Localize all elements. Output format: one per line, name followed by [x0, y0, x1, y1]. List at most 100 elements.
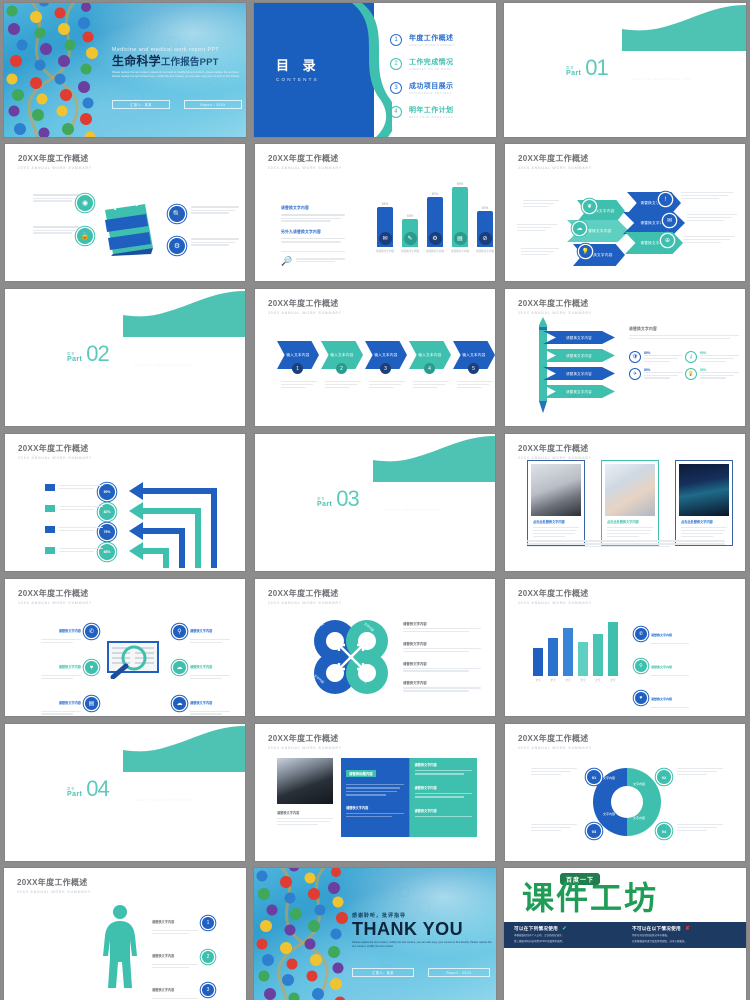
slide-donut-cycle[interactable]: 20XX年度工作概述 20XX ANNUAL WORK SUMMARY 01 0…: [505, 724, 745, 861]
image-card-1[interactable]: 点击此处替换文字内容: [527, 460, 585, 546]
slide-clover-diagram[interactable]: 20XX年度工作概述 20XX ANNUAL WORK SUMMARY 文字内容…: [255, 579, 495, 716]
clover-list-item-4[interactable]: 请替换文字内容: [403, 680, 481, 693]
arrow-tag-blue-3[interactable]: 请替换文字内容: [623, 212, 685, 234]
slide-brand-terms[interactable]: 百度一下 课件工坊 可以在下列情况使用✔ 本模板版权归于个人公司、企业的商业演示…: [504, 868, 746, 1000]
bar-column[interactable]: 文字: [563, 628, 573, 682]
clover-list-item-3[interactable]: 请替换文字内容: [403, 661, 481, 674]
slide-part-03[interactable]: 章节 Part 03 成功项目展示 CLICK TO ADD CAPTION T…: [255, 434, 495, 571]
legend-item-3[interactable]: ♥请替换文字内容: [635, 687, 689, 710]
header-subtitle: 20XX ANNUAL WORK SUMMARY: [518, 311, 592, 315]
slide-part-02[interactable]: 章节 Part 02 工作完成情况 CLICK TO ADD CAPTION T…: [5, 289, 245, 426]
header-subtitle: 20XX ANNUAL WORK SUMMARY: [518, 746, 592, 750]
bar-column[interactable]: 80% ⚙ 请替换文字内容: [427, 192, 443, 254]
donut-note-1: [531, 768, 577, 777]
slide-suit-panel[interactable]: 20XX年度工作概述 20XX ANNUAL WORK SUMMARY 请替换文…: [255, 724, 495, 861]
contents-item-4[interactable]: 4 明年工作计划NEXT YEAR WORK PLAN: [390, 105, 455, 119]
magnifier-right-item-2[interactable]: ☁请替换文字内容: [173, 655, 230, 681]
contents-number-4: 4: [390, 106, 402, 118]
part-03-index: 章节 Part 03: [317, 490, 359, 509]
chevron-step-4[interactable]: 输入文本内容 4: [409, 341, 451, 369]
slide-part-04[interactable]: 章节 Part 04 明年工作计划 CLICK TO ADD CAPTION T…: [5, 724, 245, 861]
slide-image-cards[interactable]: 20XX年度工作概述 20XX ANNUAL WORK SUMMARY 点击此处…: [505, 434, 745, 571]
part-03-subtitle: CLICK TO ADD CAPTION TEXT: [383, 508, 443, 512]
cover-presenter-box: 汇报人：某某: [112, 100, 170, 109]
contents-label-2: 工作完成情况: [409, 57, 453, 67]
search-icon[interactable]: 🔍: [169, 206, 185, 222]
contents-item-2[interactable]: 2 工作完成情况COMPLETION OF WORK: [390, 57, 455, 71]
bulb-icon: 💡: [685, 368, 697, 380]
clover-list-item-1[interactable]: 请替换文字内容: [403, 621, 481, 634]
human-item-2[interactable]: 请替换文字内容2: [152, 944, 214, 970]
contents-item-1[interactable]: 1 年度工作概述ANNUAL WORK SUMMARY: [390, 33, 455, 47]
contents-title-cn: 目 录: [276, 55, 321, 74]
arrow-tag-blue-2[interactable]: 请替换文字内容: [627, 192, 681, 214]
slide-shopping-bag[interactable]: 20XX年度工作概述 20XX ANNUAL WORK SUMMARY ◉ 🔒 …: [5, 144, 245, 281]
part-04-number: 04: [86, 780, 108, 799]
legend-item-2[interactable]: ⚲请替换文字内容: [635, 655, 689, 678]
terms-bar: 可以在下列情况使用✔ 本模板版权归于个人公司、企业的商业演示。 第三模板中的内容…: [504, 922, 746, 948]
slide-part-01[interactable]: 章节 Part 01 年度工作概述 CLICK TO ADD CAPTION T…: [504, 3, 746, 137]
panel-cell-4: 请替换文字内容: [415, 808, 473, 813]
slide-thank-you[interactable]: 感谢聆听，批评指导 THANK YOU Please replace the t…: [254, 868, 496, 1000]
chevron-step-3[interactable]: 输入文本内容 3: [365, 341, 407, 369]
donut-badge-01: 01: [587, 770, 601, 784]
bar-column[interactable]: 95% ▤ 请替换文字内容: [452, 182, 468, 254]
image-card-row: 点击此处替换文字内容 点击此处替换文字内容 点击此处替换文字内容: [527, 460, 733, 546]
arrow-tag-teal-3[interactable]: 请替换文字内容: [625, 232, 683, 254]
slide-arrow-tags[interactable]: 20XX年度工作概述 20XX ANNUAL WORK SUMMARY 请替换文…: [505, 144, 745, 281]
image-card-2[interactable]: 点击此处替换文字内容: [601, 460, 659, 546]
header-title: 20XX年度工作概述: [18, 588, 92, 599]
bar-column[interactable]: 60% ⊘ 请替换文字内容: [477, 206, 493, 254]
slide-contents[interactable]: 目 录 CONTENTS 1 年度工作概述ANNUAL WORK SUMMARY…: [254, 3, 496, 137]
human-item-3[interactable]: 请替换文字内容3: [152, 978, 214, 1000]
stat-item-1[interactable]: 🛡 80%: [629, 351, 683, 364]
gear-icon[interactable]: ⚙: [169, 238, 185, 254]
magnifier-right-item-1[interactable]: ⚲请替换文字内容: [173, 619, 230, 645]
pencil-row-2[interactable]: 请替换文字内容: [543, 349, 615, 362]
slide-cover[interactable]: Medicine and medical work report PPT 生命科…: [4, 3, 246, 137]
magnifier-left-item-3[interactable]: 请替换文字内容▤: [41, 691, 98, 716]
dna-helix-illustration: [254, 868, 366, 1000]
bar-column[interactable]: 文字: [548, 638, 558, 682]
cloud-icon: ☁: [173, 697, 186, 710]
pencil-row-4[interactable]: 请替换文字内容: [543, 385, 615, 398]
bar-column[interactable]: 文字: [533, 648, 543, 682]
slide-chevron-process[interactable]: 20XX年度工作概述 20XX ANNUAL WORK SUMMARY 输入文本…: [255, 289, 495, 426]
legend-item-1[interactable]: ✆请替换文字内容: [635, 623, 689, 646]
stat-item-3[interactable]: ✈ 80%: [629, 368, 683, 381]
header-title: 20XX年度工作概述: [518, 588, 592, 599]
suit-info-panel[interactable]: 请替换标题内容 请替换文字内容 请替换文字内容 请替换文字内容 请替换文字内容: [341, 758, 477, 837]
pencil-row-3[interactable]: 请替换文字内容: [543, 367, 615, 380]
bar-column[interactable]: 文字: [608, 622, 618, 682]
cover-meta-boxes: 汇报人：某某 Report : 20XX: [112, 100, 242, 109]
slide-pencil-stats[interactable]: 20XX年度工作概述 20XX ANNUAL WORK SUMMARY 请替换文…: [505, 289, 745, 426]
magnifier-left-item-2[interactable]: 请替换文字内容♥: [41, 655, 98, 681]
human-item-1[interactable]: 请替换文字内容1: [152, 910, 214, 936]
slide-magnifier-book[interactable]: 20XX年度工作概述 20XX ANNUAL WORK SUMMARY 请替换文…: [5, 579, 245, 716]
clover-list-item-2[interactable]: 请替换文字内容: [403, 641, 481, 654]
panel-cell-3: 请替换文字内容: [415, 785, 473, 790]
slide-bar-chart-2[interactable]: 20XX年度工作概述 20XX ANNUAL WORK SUMMARY 文字 文…: [505, 579, 745, 716]
chevron-step-5[interactable]: 输入文本内容 5: [453, 341, 495, 369]
image-cards-footer: [527, 540, 725, 549]
bar-column[interactable]: 文字: [593, 634, 603, 682]
chevron-step-2[interactable]: 输入文本内容 2: [321, 341, 363, 369]
magnifier-left-item-1[interactable]: 请替换文字内容✆: [41, 619, 98, 645]
bar-column[interactable]: 65% ✉ 请替换文字内容: [377, 202, 393, 254]
stat-item-2[interactable]: ⚷ 60%: [685, 351, 739, 364]
magnifier-right-item-3[interactable]: ☁请替换文字内容: [173, 691, 230, 716]
part-02-index: 章节 Part 02: [67, 345, 109, 364]
slide-bar-chart[interactable]: 20XX年度工作概述 20XX ANNUAL WORK SUMMARY 请替换文…: [255, 144, 495, 281]
part-03-wave: [255, 434, 495, 482]
contents-item-3[interactable]: 3 成功项目展示SUCCESSFUL PROJECT: [390, 81, 455, 95]
eye-icon[interactable]: ◉: [77, 195, 93, 211]
chevron-step-1[interactable]: 输入文本内容 1: [277, 341, 319, 369]
image-card-3[interactable]: 点击此处替换文字内容: [675, 460, 733, 546]
stat-item-4[interactable]: 💡 50%: [685, 368, 739, 381]
pencil-row-1[interactable]: 请替换文字内容: [543, 331, 615, 344]
slide-human-silhouette[interactable]: 20XX年度工作概述 20XX ANNUAL WORK SUMMARY 请替换文…: [4, 868, 246, 1000]
bar-column[interactable]: 文字: [578, 642, 588, 682]
bar-column[interactable]: 45% ✎ 请替换文字内容: [402, 214, 418, 254]
lock-icon[interactable]: 🔒: [77, 228, 93, 244]
slide-bent-arrows[interactable]: 20XX年度工作概述 20XX ANNUAL WORK SUMMARY 90% …: [5, 434, 245, 571]
